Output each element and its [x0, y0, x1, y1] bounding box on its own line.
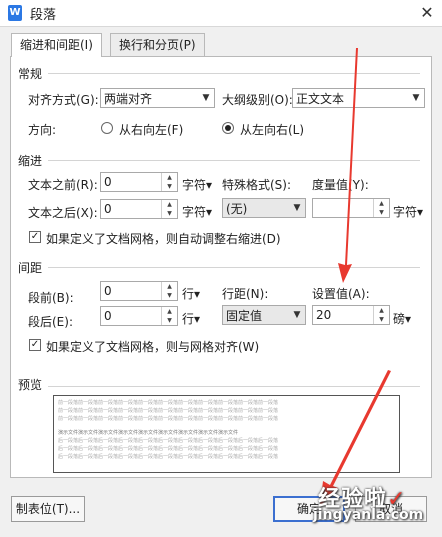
chevron-down-icon: ▼ [293, 203, 301, 213]
outline-level-value: 正文文本 [296, 92, 345, 106]
special-format-value: (无) [226, 202, 248, 216]
rtl-label: 从右向左(F) [119, 123, 184, 137]
indent-after-label: 文本之后(X): [28, 206, 98, 220]
spin-down-icon[interactable]: ▼ [374, 315, 389, 324]
preview-prev-line: 前一段落前一段落前一段落前一段落前一段落前一段落前一段落前一段落前一段落前一段落… [58, 416, 279, 422]
direction-label: 方向: [28, 123, 57, 137]
line-spacing-select[interactable]: 固定值 ▼ [222, 305, 306, 325]
ltr-radio[interactable] [222, 122, 234, 134]
spin-down-icon[interactable]: ▼ [162, 316, 177, 325]
section-general-heading: 常规 [18, 65, 49, 82]
wps-writer-icon: W [8, 5, 22, 21]
tab-indent-spacing[interactable]: 缩进和间距(I) [11, 33, 102, 57]
indent-before-value: 0 [104, 175, 112, 189]
space-after-unit[interactable]: 行▾ [182, 310, 200, 327]
rtl-radio[interactable] [101, 122, 113, 134]
section-divider [20, 386, 420, 387]
tab-line-page-breaks[interactable]: 换行和分页(P) [110, 33, 205, 56]
space-before-label: 段前(B): [28, 291, 74, 305]
preview-next-line: 后一段落后一段落后一段落后一段落后一段落后一段落后一段落后一段落后一段落后一段落… [58, 446, 279, 452]
indent-before-label: 文本之前(R): [28, 178, 98, 192]
section-divider [20, 267, 420, 268]
set-value-label: 设置值(A): [312, 287, 370, 301]
space-before-stepper[interactable]: 0 ▲ ▼ [100, 281, 178, 301]
preview-next-line: 后一段落后一段落后一段落后一段落后一段落后一段落后一段落后一段落后一段落后一段落… [58, 438, 279, 444]
section-divider [20, 160, 420, 161]
spin-up-icon[interactable]: ▲ [162, 307, 177, 316]
spin-down-icon[interactable]: ▼ [162, 209, 177, 218]
chevron-down-icon: ▼ [202, 93, 210, 103]
chevron-down-icon: ▼ [412, 93, 420, 103]
chevron-down-icon: ▼ [293, 310, 301, 320]
outline-level-select[interactable]: 正文文本 ▼ [292, 88, 425, 108]
spin-up-icon[interactable]: ▲ [162, 200, 177, 209]
alignment-label: 对齐方式(G): [28, 93, 99, 107]
dialog-title: 段落 [30, 8, 57, 23]
indent-after-stepper[interactable]: 0 ▲ ▼ [100, 199, 178, 219]
space-after-value: 0 [104, 309, 112, 323]
special-format-select[interactable]: (无) ▼ [222, 198, 306, 218]
tab-stops-button[interactable]: 制表位(T)... [11, 496, 85, 522]
section-indent-heading: 缩进 [18, 152, 49, 169]
preview-sample-line: 演示文件演示文件演示文件演示文件演示文件演示文件演示文件演示文件演示文件 [58, 430, 239, 436]
spin-down-icon[interactable]: ▼ [162, 182, 177, 191]
preview-next-line: 后一段落后一段落后一段落后一段落后一段落后一段落后一段落后一段落后一段落后一段落… [58, 454, 279, 460]
preview-prev-line: 前一段落前一段落前一段落前一段落前一段落前一段落前一段落前一段落前一段落前一段落… [58, 400, 279, 406]
spin-up-icon[interactable]: ▲ [162, 173, 177, 182]
section-spacing-heading: 间距 [18, 259, 49, 276]
space-before-unit[interactable]: 行▾ [182, 285, 200, 302]
section-divider [20, 73, 420, 74]
spin-up-icon[interactable]: ▲ [374, 199, 389, 208]
spin-up-icon[interactable]: ▲ [374, 306, 389, 315]
space-after-label: 段后(E): [28, 315, 73, 329]
space-after-stepper[interactable]: 0 ▲ ▼ [100, 306, 178, 326]
indent-after-unit[interactable]: 字符▾ [182, 203, 212, 220]
indent-before-stepper[interactable]: 0 ▲ ▼ [100, 172, 178, 192]
set-value-stepper[interactable]: 20 ▲ ▼ [312, 305, 390, 325]
special-format-label: 特殊格式(S): [222, 178, 292, 192]
auto-adjust-checkbox[interactable]: ✓ [29, 231, 41, 243]
indent-after-value: 0 [104, 202, 112, 216]
spin-down-icon[interactable]: ▼ [162, 291, 177, 300]
set-value-value: 20 [316, 308, 332, 322]
outline-level-label: 大纲级别(O): [222, 93, 293, 107]
close-icon[interactable]: ✕ [412, 0, 442, 26]
alignment-select[interactable]: 两端对齐 ▼ [100, 88, 215, 108]
alignment-value: 两端对齐 [104, 92, 153, 106]
set-value-unit[interactable]: 磅▾ [393, 310, 411, 327]
measure-unit[interactable]: 字符▾ [393, 203, 423, 220]
section-preview-heading: 预览 [18, 376, 49, 393]
snap-grid-label: 如果定义了文档网格，则与网格对齐(W) [46, 340, 260, 354]
space-before-value: 0 [104, 284, 112, 298]
line-spacing-value: 固定值 [226, 309, 263, 323]
measure-label: 度量值(Y): [312, 178, 369, 192]
preview-pane: 前一段落前一段落前一段落前一段落前一段落前一段落前一段落前一段落前一段落前一段落… [53, 395, 400, 473]
measure-stepper[interactable]: ▲ ▼ [312, 198, 390, 218]
spin-up-icon[interactable]: ▲ [162, 282, 177, 291]
snap-grid-checkbox[interactable]: ✓ [29, 339, 41, 351]
watermark-url: jingyanla.com [313, 507, 424, 523]
indent-before-unit[interactable]: 字符▾ [182, 176, 212, 193]
auto-adjust-label: 如果定义了文档网格，则自动调整右缩进(D) [46, 232, 281, 246]
spin-down-icon[interactable]: ▼ [374, 208, 389, 217]
title-bar [0, 0, 442, 27]
line-spacing-label: 行距(N): [222, 287, 269, 301]
preview-prev-line: 前一段落前一段落前一段落前一段落前一段落前一段落前一段落前一段落前一段落前一段落… [58, 408, 279, 414]
ltr-label: 从左向右(L) [240, 123, 305, 137]
